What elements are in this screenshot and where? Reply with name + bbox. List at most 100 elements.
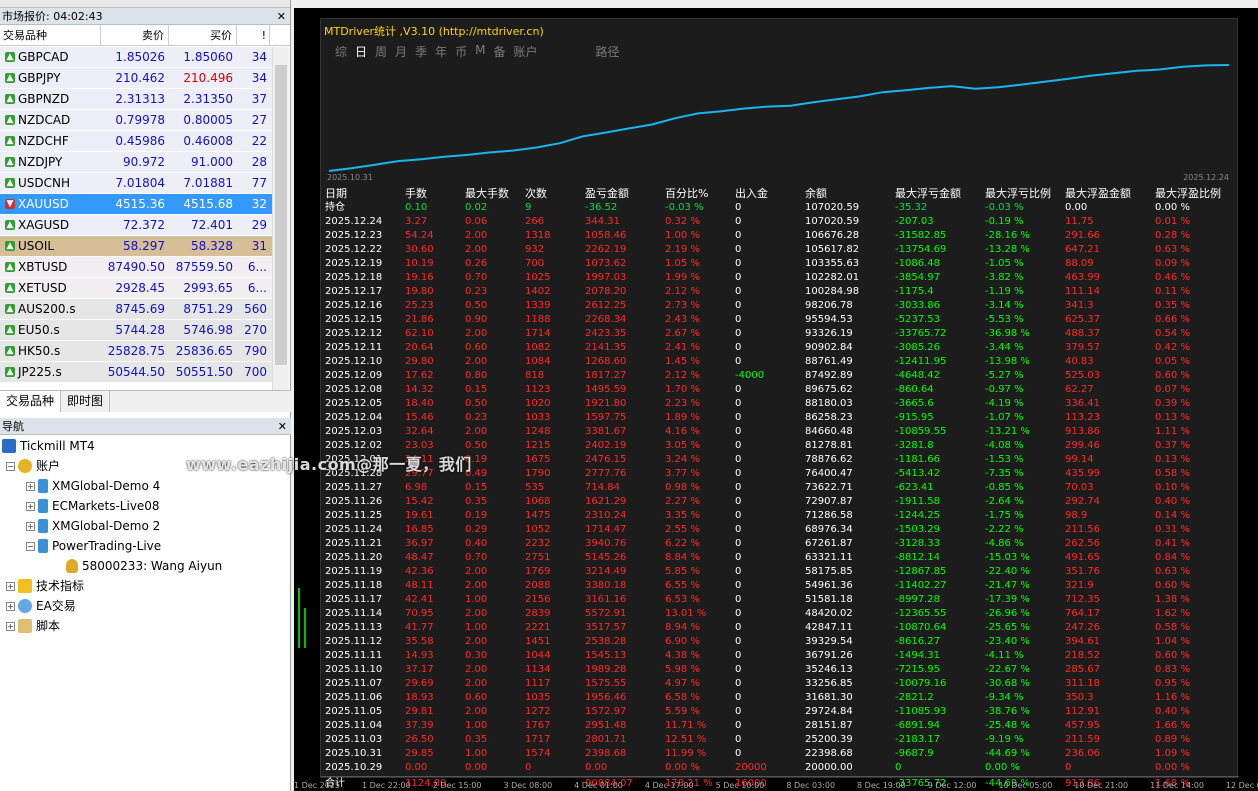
table-row: 2025.11.17 42.41 1.00 2156 3161.16 6.53 % 0 515… bbox=[321, 593, 1239, 607]
table-cell: 2025.11.10 bbox=[325, 664, 383, 675]
table-row[interactable]: ▲ USOIL 58.297 58.328 31 bbox=[0, 236, 272, 257]
stats-tab[interactable]: 日 bbox=[355, 43, 367, 60]
col-symbol[interactable]: 交易品种 bbox=[0, 25, 101, 45]
tree-indicators[interactable]: + 技术指标 bbox=[6, 576, 84, 596]
stats-tab[interactable]: 周 bbox=[375, 43, 387, 60]
table-cell: 1675 bbox=[525, 454, 551, 465]
market-watch-scrollbar[interactable] bbox=[272, 47, 289, 390]
expand-icon[interactable]: + bbox=[6, 581, 15, 591]
stats-tab[interactable]: 年 bbox=[435, 43, 447, 60]
tree-account-3[interactable]: + XMGlobal-Demo 2 bbox=[26, 516, 160, 536]
table-row[interactable]: ▲ JP225.s 50544.50 50551.50 700 bbox=[0, 362, 272, 383]
table-row: 2025.11.27 6.98 0.15 535 714.84 0.98 % 0 73622.… bbox=[321, 481, 1239, 495]
table-cell: 1134 bbox=[525, 664, 551, 675]
table-cell: 39329.54 bbox=[805, 636, 853, 647]
table-row: 2025.10.29 0.00 0.00 0 0.00 0.00 % 20000 20000.… bbox=[321, 761, 1239, 775]
table-row[interactable]: ▲ GBPJPY 210.462 210.496 34 bbox=[0, 68, 272, 89]
collapse-icon[interactable]: − bbox=[6, 461, 15, 471]
table-row[interactable]: ▲ XAGUSD 72.372 72.401 29 bbox=[0, 215, 272, 236]
table-row[interactable]: ▲ XETUSD 2928.45 2993.65 6... bbox=[0, 278, 272, 299]
table-row[interactable]: ▲ HK50.s 25828.75 25836.65 790 bbox=[0, 341, 272, 362]
tab-symbols[interactable]: 交易品种 bbox=[0, 391, 62, 412]
table-row[interactable]: ▲ GBPCAD 1.85026 1.85060 34 bbox=[0, 47, 272, 68]
symbol-cell: ▲ USOIL bbox=[0, 236, 101, 256]
table-cell: -2.64 % bbox=[985, 496, 1024, 507]
chart-window[interactable]: MTDriver统计 ,V3.10 (http://mtdriver.cn) 综… bbox=[294, 8, 1258, 791]
tree-scripts[interactable]: + 脚本 bbox=[6, 616, 60, 636]
table-row[interactable]: ▲ EU50.s 5744.28 5746.98 270 bbox=[0, 320, 272, 341]
table-cell: 1044 bbox=[525, 650, 551, 661]
tree-account-4[interactable]: − PowerTrading-Live bbox=[26, 536, 161, 556]
tree-account-2[interactable]: + ECMarkets-Live08 bbox=[26, 496, 160, 516]
table-row[interactable]: ▲ NZDCAD 0.79978 0.80005 27 bbox=[0, 110, 272, 131]
tree-account-1[interactable]: + XMGlobal-Demo 4 bbox=[26, 476, 160, 496]
table-cell: 0.63 % bbox=[1155, 244, 1190, 255]
table-cell: 2025.12.10 bbox=[325, 356, 383, 367]
table-row[interactable]: ▲ GBPNZD 2.31313 2.31350 37 bbox=[0, 89, 272, 110]
scroll-thumb[interactable] bbox=[275, 65, 287, 365]
table-cell: 0 bbox=[735, 636, 742, 647]
table-cell: 0 bbox=[735, 580, 742, 591]
table-row[interactable]: ▼ XAUUSD 4515.36 4515.68 32 bbox=[0, 194, 272, 215]
table-row[interactable]: ▲ NZDJPY 90.972 91.000 28 bbox=[0, 152, 272, 173]
table-cell: -33765.72 bbox=[895, 328, 947, 339]
table-cell: -12365.55 bbox=[895, 608, 947, 619]
table-cell: 0.00 % bbox=[1155, 202, 1190, 213]
stats-tab[interactable]: 季 bbox=[415, 43, 427, 60]
toolbar-strip bbox=[0, 0, 290, 8]
table-row[interactable]: ▲ AUS200.s 8745.69 8751.29 560 bbox=[0, 299, 272, 320]
table-row[interactable]: ▲ XBTUSD 87490.50 87559.50 6... bbox=[0, 257, 272, 278]
expand-icon[interactable]: + bbox=[6, 621, 15, 631]
table-cell: 18.40 bbox=[405, 398, 434, 409]
symbol-label: NZDCAD bbox=[18, 112, 71, 127]
table-cell: -12411.95 bbox=[895, 356, 947, 367]
ask-cell: 0.46008 bbox=[183, 134, 233, 148]
table-cell: -22.40 % bbox=[985, 566, 1030, 577]
symbol-label: NZDCHF bbox=[18, 133, 69, 148]
bid-cell: 0.79978 bbox=[115, 113, 165, 127]
expand-icon[interactable]: + bbox=[26, 501, 35, 511]
collapse-icon[interactable]: − bbox=[26, 541, 35, 551]
col-bid[interactable]: 卖价 bbox=[101, 25, 169, 45]
table-cell: -38.76 % bbox=[985, 706, 1030, 717]
table-cell: 0.80 bbox=[465, 370, 488, 381]
expand-icon[interactable]: + bbox=[6, 601, 15, 611]
col-ask[interactable]: 买价 bbox=[169, 25, 237, 45]
table-cell: 2221 bbox=[525, 622, 551, 633]
table-cell: 70.95 bbox=[405, 608, 434, 619]
stats-tab[interactable]: M bbox=[475, 43, 485, 60]
table-cell: 0.60 bbox=[465, 692, 488, 703]
expand-icon[interactable]: + bbox=[26, 521, 35, 531]
tree-user[interactable]: 58000233: Wang Aiyun bbox=[66, 556, 222, 576]
table-cell: 3.35 % bbox=[665, 510, 700, 521]
table-cell: 2025.12.18 bbox=[325, 272, 383, 283]
stats-tab[interactable]: 综 bbox=[335, 43, 347, 60]
table-cell: 321.9 bbox=[1065, 580, 1094, 591]
symbol-cell: ▲ EU50.s bbox=[0, 320, 101, 340]
tab-tick-chart[interactable]: 即时图 bbox=[61, 391, 111, 412]
table-row[interactable]: ▲ USDCNH 7.01804 7.01881 77 bbox=[0, 173, 272, 194]
table-cell: 0.54 % bbox=[1155, 328, 1190, 339]
stats-tab[interactable]: 月 bbox=[395, 43, 407, 60]
tree-root[interactable]: Tickmill MT4 bbox=[2, 436, 95, 456]
stats-tab[interactable]: 账户 bbox=[513, 43, 537, 60]
tree-ea[interactable]: + EA交易 bbox=[6, 596, 76, 616]
tree-accounts[interactable]: − 账户 bbox=[6, 456, 60, 476]
symbol-label: USOIL bbox=[18, 238, 55, 253]
stats-tab[interactable]: 币 bbox=[455, 43, 467, 60]
stats-tab[interactable]: 路径 bbox=[596, 43, 620, 60]
close-icon[interactable]: ✕ bbox=[277, 8, 286, 25]
server-icon bbox=[38, 519, 48, 533]
table-cell: -0.19 % bbox=[985, 216, 1024, 227]
user-icon bbox=[66, 559, 78, 573]
table-cell: 98.9 bbox=[1065, 510, 1088, 521]
stats-tab[interactable]: 备 bbox=[493, 43, 505, 60]
table-cell: 3.05 % bbox=[665, 440, 700, 451]
close-icon[interactable]: ✕ bbox=[278, 418, 287, 435]
expand-icon[interactable]: + bbox=[26, 481, 35, 491]
table-row[interactable]: ▲ NZDCHF 0.45986 0.46008 22 bbox=[0, 131, 272, 152]
table-cell: -4000 bbox=[735, 370, 765, 381]
table-cell: 2.12 % bbox=[665, 370, 700, 381]
col-spread[interactable]: ! bbox=[237, 25, 270, 45]
time-tick: 8 Dec 03:00 bbox=[786, 781, 836, 790]
